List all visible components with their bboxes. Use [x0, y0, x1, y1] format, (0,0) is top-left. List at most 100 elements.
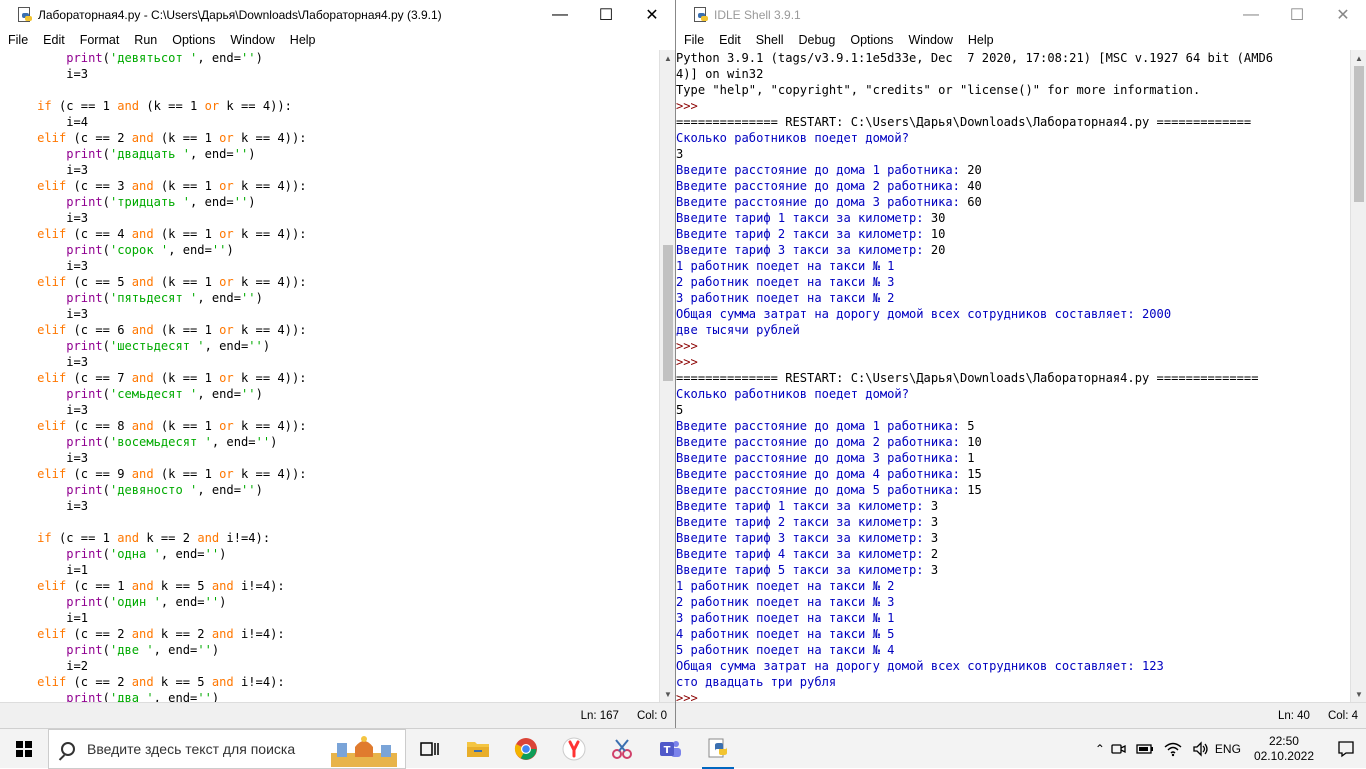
- text-token: i=3: [8, 499, 89, 513]
- shell-output-text[interactable]: Python 3.9.1 (tags/v3.9.1:1e5d33e, Dec 7…: [676, 50, 1350, 702]
- scroll-down-arrow-icon[interactable]: ▼: [1351, 686, 1366, 702]
- text-token: 'сорок ': [109, 243, 169, 257]
- text-token: print: [8, 387, 103, 401]
- menu-edit[interactable]: Edit: [719, 33, 741, 47]
- text-token: Python 3.9.1 (tags/v3.9.1:1e5d33e, Dec 7…: [676, 51, 1274, 65]
- snipping-tool-button[interactable]: [598, 729, 646, 769]
- shell-titlebar[interactable]: IDLE Shell 3.9.1 — ☐ ✕: [676, 0, 1366, 30]
- text-token: k == 5: [153, 675, 212, 689]
- text-token: ============== RESTART: C:\Users\Дарья\D…: [676, 371, 1259, 385]
- volume-icon[interactable]: [1192, 740, 1210, 757]
- text-token: and: [117, 531, 140, 545]
- menu-options[interactable]: Options: [172, 33, 215, 47]
- editor-window[interactable]: Лабораторная4.py - C:\Users\Дарья\Downlo…: [0, 0, 676, 728]
- code-line: elif (c == 2 and (k == 1 or k == 4)):: [8, 130, 659, 146]
- menu-format[interactable]: Format: [80, 33, 120, 47]
- shell-window[interactable]: IDLE Shell 3.9.1 — ☐ ✕ File Edit Shell D…: [676, 0, 1366, 728]
- file-explorer-button[interactable]: [454, 729, 502, 769]
- meet-now-icon[interactable]: [1110, 741, 1126, 757]
- menu-file[interactable]: File: [684, 33, 704, 47]
- maximize-button[interactable]: ☐: [583, 0, 629, 30]
- scroll-down-arrow-icon[interactable]: ▼: [660, 686, 676, 702]
- text-token: 5: [676, 403, 684, 417]
- teams-button[interactable]: T: [646, 729, 694, 769]
- menu-options[interactable]: Options: [850, 33, 893, 47]
- text-token: (c == 2: [66, 131, 132, 145]
- text-token: 'один ': [109, 595, 161, 609]
- minimize-button[interactable]: —: [1228, 0, 1274, 30]
- shell-window-title: IDLE Shell 3.9.1: [714, 8, 801, 22]
- scrollbar-thumb[interactable]: [663, 245, 673, 381]
- menu-run[interactable]: Run: [134, 33, 157, 47]
- code-line: print('один ', end=''): [8, 594, 659, 610]
- text-token: Общая сумма затрат на дорогу домой всех …: [676, 659, 1164, 673]
- menu-window[interactable]: Window: [908, 33, 952, 47]
- text-token: , end=: [160, 547, 205, 561]
- input-language-indicator[interactable]: ENG: [1215, 742, 1241, 756]
- shell-line: две тысячи рублей: [676, 322, 1350, 338]
- scroll-up-arrow-icon[interactable]: ▲: [1351, 50, 1366, 66]
- text-token: or: [219, 179, 234, 193]
- text-token: and: [131, 323, 154, 337]
- close-button[interactable]: ✕: [1320, 0, 1366, 30]
- text-token: Введите тариф 3 такси за километр:: [676, 531, 931, 545]
- text-token: i=3: [8, 355, 89, 369]
- battery-icon[interactable]: [1136, 742, 1154, 756]
- code-line: print('два ', end=''): [8, 690, 659, 702]
- text-token: '': [204, 595, 220, 609]
- text-token: (k == 1: [139, 99, 205, 113]
- notification-center-button[interactable]: [1326, 729, 1366, 769]
- editor-titlebar[interactable]: Лабораторная4.py - C:\Users\Дарья\Downlo…: [0, 0, 675, 30]
- text-token: 2 работник поедет на такси № 3: [676, 595, 895, 609]
- task-view-button[interactable]: [406, 729, 454, 769]
- menu-window[interactable]: Window: [230, 33, 274, 47]
- menu-help[interactable]: Help: [290, 33, 316, 47]
- menu-shell[interactable]: Shell: [756, 33, 784, 47]
- scrollbar-thumb[interactable]: [1354, 66, 1364, 202]
- code-line: elif (c == 2 and k == 5 and i!=4):: [8, 674, 659, 690]
- menu-debug[interactable]: Debug: [799, 33, 836, 47]
- close-button[interactable]: ✕: [629, 0, 675, 30]
- windows-logo-icon: [16, 740, 32, 757]
- maximize-button[interactable]: ☐: [1274, 0, 1320, 30]
- clock-date: 02.10.2022: [1253, 748, 1314, 763]
- shell-line: >>>: [676, 354, 1350, 370]
- line-number: Ln: 167: [580, 709, 619, 722]
- python-idle-button[interactable]: [694, 729, 742, 769]
- text-token: >>>: [676, 355, 706, 369]
- code-line: print('семьдесят ', end=''): [8, 386, 659, 402]
- shell-line: 3 работник поедет на такси № 2: [676, 290, 1350, 306]
- scroll-up-arrow-icon[interactable]: ▲: [660, 50, 676, 66]
- code-editor-text[interactable]: print('девятьсот ', end='') i=3 if (c ==…: [8, 50, 659, 702]
- yandex-browser-button[interactable]: [550, 729, 598, 769]
- shell-line: Введите расстояние до дома 3 работника: …: [676, 450, 1350, 466]
- text-token: (c == 2: [66, 675, 132, 689]
- text-token: ): [219, 595, 227, 609]
- chrome-button[interactable]: [502, 729, 550, 769]
- taskbar-search-box[interactable]: Введите здесь текст для поиска: [48, 728, 406, 769]
- menu-edit[interactable]: Edit: [43, 33, 65, 47]
- wifi-icon[interactable]: [1164, 741, 1182, 757]
- shell-scrollbar[interactable]: ▲ ▼: [1350, 50, 1366, 702]
- shell-line: Общая сумма затрат на дорогу домой всех …: [676, 658, 1350, 674]
- code-line: elif (c == 7 and (k == 1 or k == 4)):: [8, 370, 659, 386]
- start-button[interactable]: [0, 729, 48, 769]
- minimize-button[interactable]: —: [537, 0, 583, 30]
- code-line: print('восемьдесят ', end=''): [8, 434, 659, 450]
- shell-line: 1 работник поедет на такси № 1: [676, 258, 1350, 274]
- editor-scrollbar[interactable]: ▲ ▼: [659, 50, 675, 702]
- text-token: Введите тариф 1 такси за километр:: [676, 499, 931, 513]
- show-hidden-icons-chevron-icon[interactable]: ⌃: [1095, 742, 1105, 756]
- shell-line: Введите тариф 3 такси за километр: 20: [676, 242, 1350, 258]
- menu-help[interactable]: Help: [968, 33, 994, 47]
- text-token: 3: [676, 147, 684, 161]
- shell-line: 3 работник поедет на такси № 1: [676, 610, 1350, 626]
- taskbar-clock[interactable]: 22:50 02.10.2022: [1254, 734, 1314, 764]
- teams-icon: T: [660, 740, 681, 757]
- text-token: 5 работник поедет на такси № 4: [676, 643, 895, 657]
- text-token: i!=4):: [233, 627, 285, 641]
- menu-file[interactable]: File: [8, 33, 28, 47]
- shell-line: 4 работник поедет на такси № 5: [676, 626, 1350, 642]
- code-line: i=3: [8, 162, 659, 178]
- text-token: and: [131, 371, 154, 385]
